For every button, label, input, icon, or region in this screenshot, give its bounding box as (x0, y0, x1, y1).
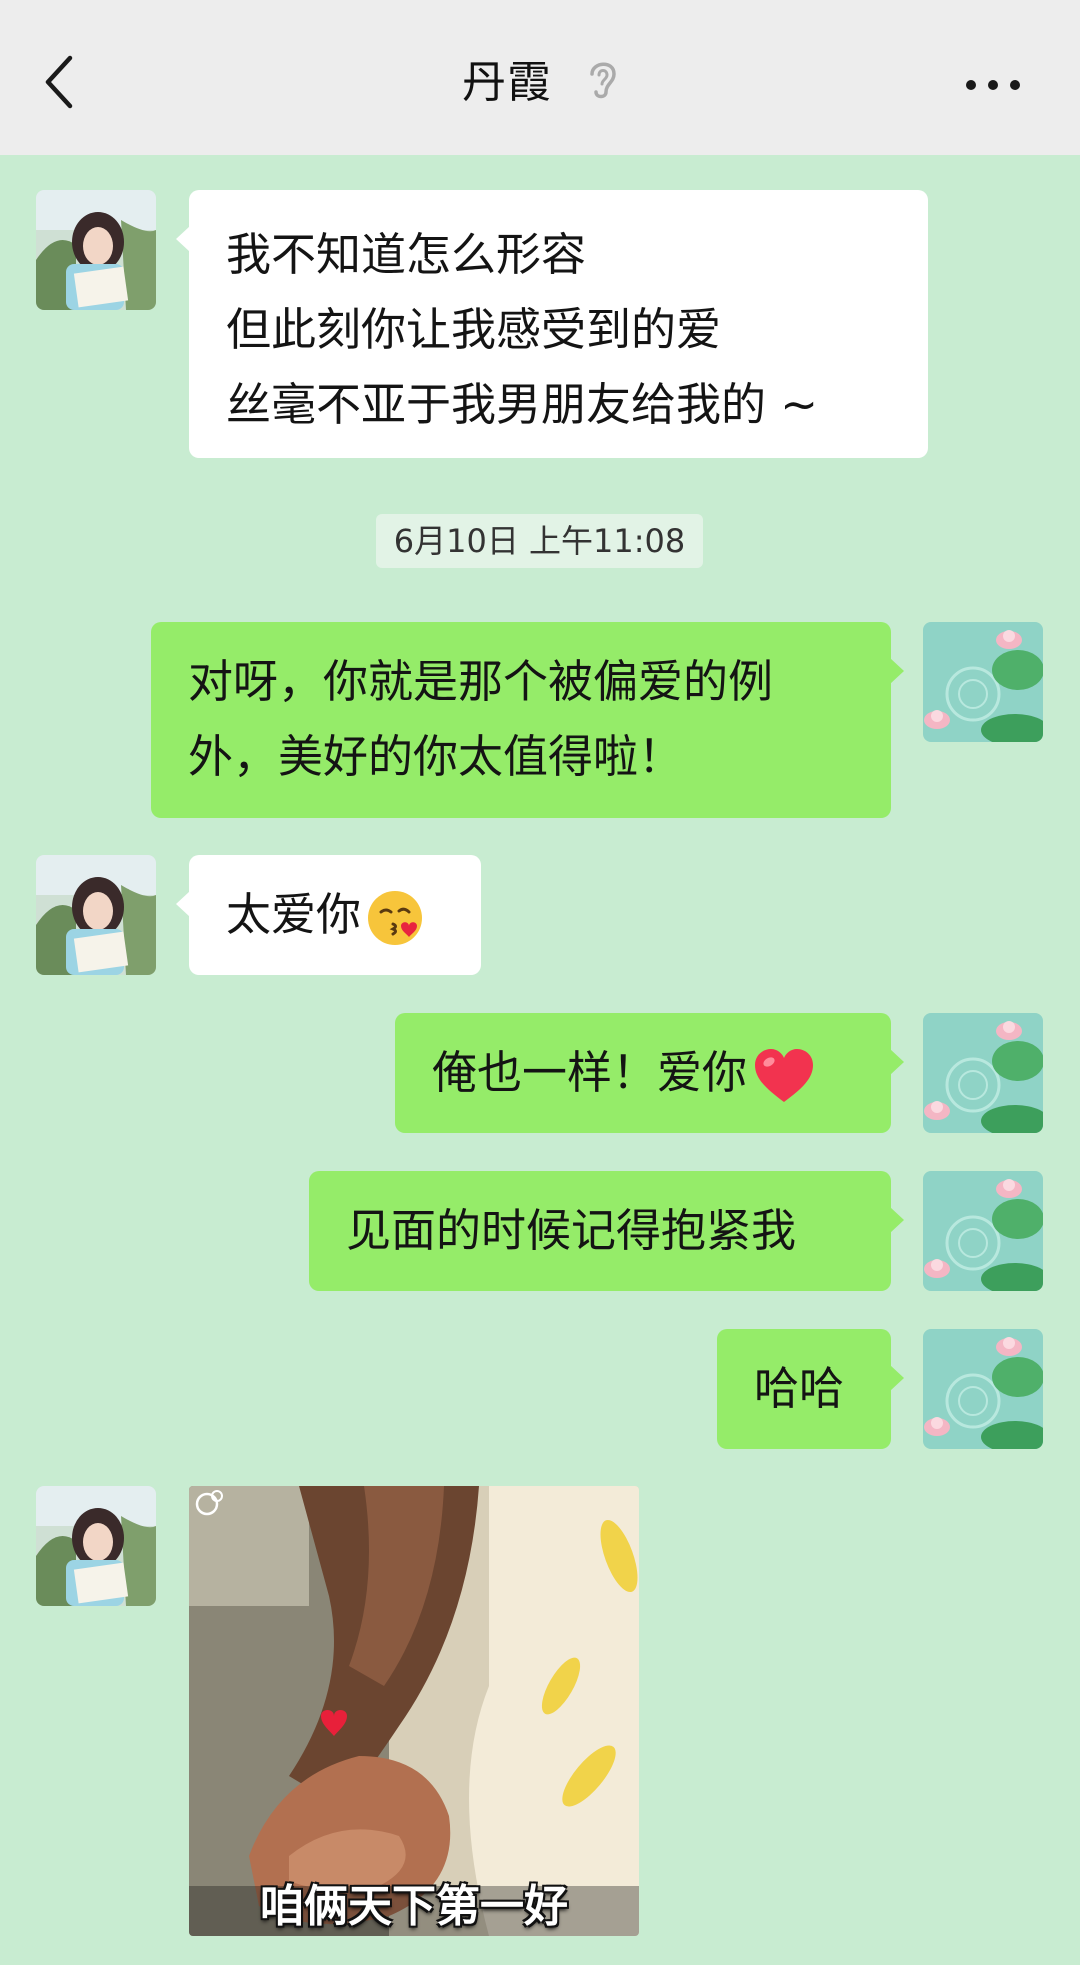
chat-title[interactable]: 丹霞 (462, 46, 552, 110)
sticker-caption: 咱俩天下第一好 (260, 1881, 568, 1932)
message-line: 外，美好的你太值得啦！ (188, 730, 684, 783)
message-text: 俺也一样！爱你 (432, 1046, 748, 1099)
message-bubble-outgoing[interactable]: 俺也一样！爱你 (395, 1013, 904, 1133)
message-line: 我不知道怎么形容 (226, 228, 587, 281)
self-avatar[interactable] (923, 1329, 1043, 1449)
message-bubble-outgoing[interactable]: 哈哈 (717, 1329, 904, 1449)
message-line: 丝毫不亚于我男朋友给我的 ~ (226, 378, 819, 431)
message-bubble-outgoing[interactable]: 见面的时候记得抱紧我 (309, 1171, 904, 1291)
contact-avatar[interactable] (36, 190, 156, 310)
self-avatar[interactable] (923, 1171, 1043, 1291)
self-avatar[interactable] (923, 622, 1043, 742)
message-bubble-outgoing[interactable]: 对呀，你就是那个被偏爱的例 外，美好的你太值得啦！ (151, 622, 904, 818)
holding-hands-image (189, 1486, 639, 1936)
message-text: 哈哈 (754, 1362, 845, 1415)
message-text: 见面的时候记得抱紧我 (346, 1204, 797, 1257)
title-area: 丹霞 (0, 0, 1080, 155)
contact-avatar[interactable] (36, 855, 156, 975)
contact-avatar[interactable] (36, 1486, 156, 1606)
message-line: 对呀，你就是那个被偏爱的例 (188, 655, 774, 708)
ear-icon (590, 62, 616, 98)
more-icon[interactable] (963, 70, 1023, 100)
red-heart-emoji (755, 1049, 814, 1102)
kissing-face-emoji (368, 891, 423, 945)
message-bubble-incoming[interactable]: 太爱你 (176, 855, 481, 975)
message-line: 但此刻你让我感受到的爱 (226, 303, 722, 356)
self-avatar[interactable] (923, 1013, 1043, 1133)
timestamp: 6月10日 上午11:08 (376, 514, 703, 568)
message-bubble-incoming[interactable]: 我不知道怎么形容 但此刻你让我感受到的爱 丝毫不亚于我男朋友给我的 ~ (176, 190, 928, 458)
chat-header: 丹霞 (0, 0, 1080, 155)
sticker-image[interactable]: 咱俩天下第一好 (189, 1486, 639, 1936)
message-text: 太爱你 (226, 888, 362, 941)
